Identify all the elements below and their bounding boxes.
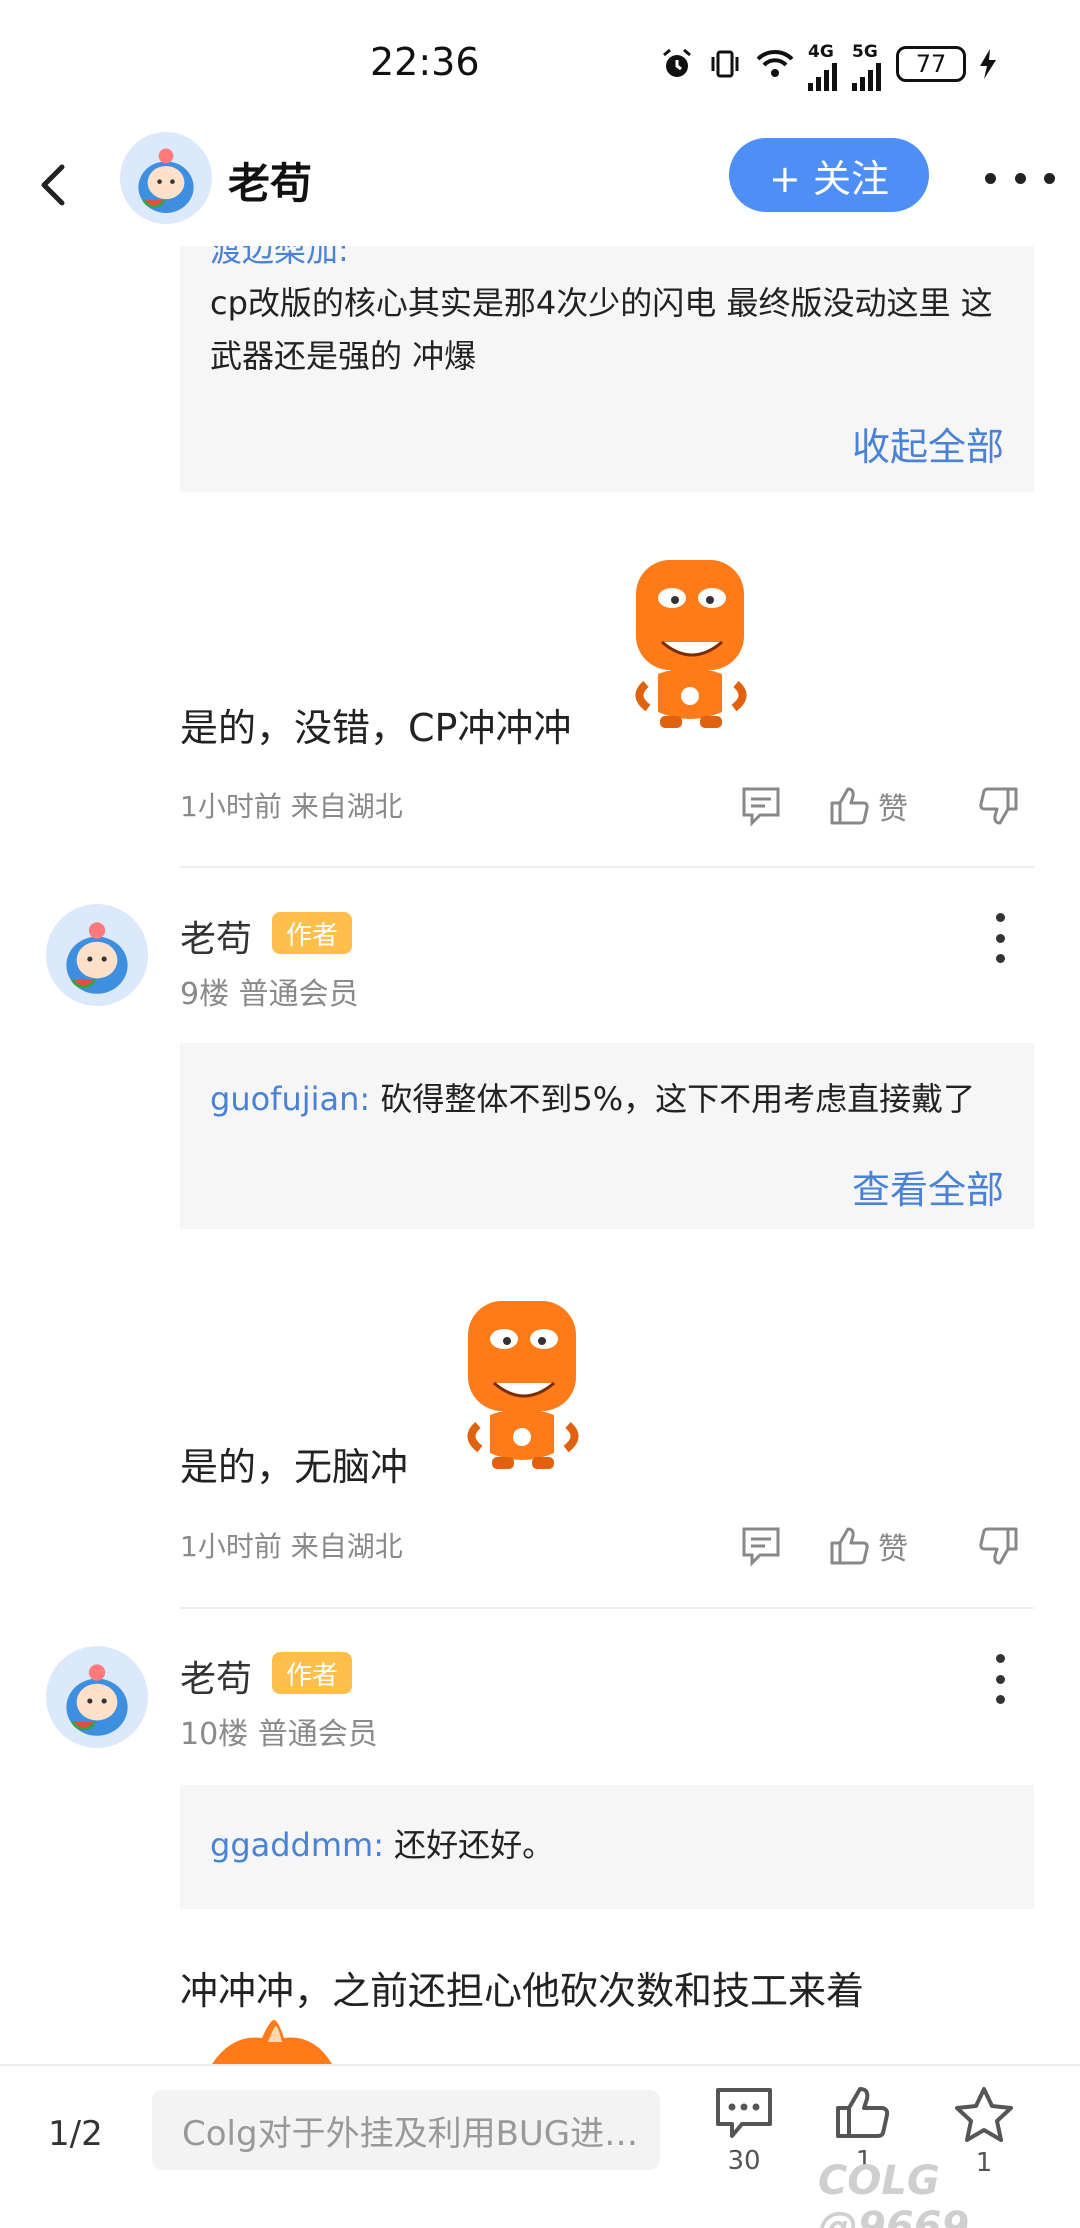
quote-author[interactable]: ggaddmm:: [210, 1826, 384, 1864]
thumb-up-icon: [836, 2087, 890, 2138]
comment-more-button[interactable]: [990, 913, 1010, 963]
avatar[interactable]: [120, 132, 212, 224]
comment-meta: 1小时前 来自湖北: [180, 790, 403, 823]
comment-icon: [742, 787, 780, 827]
sticker-image: [635, 560, 747, 728]
collapse-all-link[interactable]: 收起全部: [852, 416, 1004, 471]
divider: [180, 866, 1034, 868]
avatar[interactable]: [46, 904, 148, 1006]
vibrate-icon: [711, 50, 739, 78]
author-badge: 作者: [272, 1652, 352, 1694]
quoted-comment: 渡边梨加: cp改版的核心其实是那4次少的闪电 最终版没动这里 这武器还是强的 …: [180, 231, 1034, 492]
status-bar: 22:36 4G 5G 77: [0, 0, 1080, 128]
sticker-image: [212, 2020, 332, 2064]
wifi-icon: [756, 49, 794, 77]
comment-icon: [716, 2088, 772, 2138]
view-all-link[interactable]: 查看全部: [852, 1159, 1004, 1214]
sticker-image: [467, 1301, 579, 1469]
reply-button[interactable]: [740, 1520, 782, 1572]
comment-text: 是的，无脑冲: [180, 1445, 409, 1489]
reply-input[interactable]: Colg对于外挂及利用BUG进…: [152, 2090, 660, 2170]
floor-info: 10楼 普通会员: [180, 1717, 378, 1752]
divider: [180, 1607, 1034, 1609]
dislike-button[interactable]: [978, 1520, 1020, 1572]
charging-icon: [980, 49, 996, 79]
like-label: 赞: [878, 792, 908, 827]
comment-actions: 赞: [740, 780, 1040, 832]
dislike-button[interactable]: [978, 780, 1020, 832]
thumb-down-icon: [979, 1527, 1018, 1565]
quote-text: cp改版的核心其实是那4次少的闪电 最终版没动这里 这武器还是强的 冲爆: [210, 284, 993, 375]
quote-text: 砍得整体不到5%，这下不用考虑直接戴了: [380, 1080, 976, 1118]
follow-button[interactable]: + 关注: [729, 138, 929, 212]
like-label: 赞: [878, 1532, 908, 1567]
comment-actions: 赞: [740, 1520, 1040, 1572]
thumb-down-icon: [979, 787, 1018, 825]
page-title: 老苟: [228, 159, 313, 208]
comment-count: 30: [727, 2146, 761, 2176]
battery-indicator: 77: [896, 46, 966, 82]
reply-button[interactable]: [740, 780, 782, 832]
quoted-comment: ggaddmm: 还好还好。: [180, 1785, 1034, 1909]
comment-icon: [742, 1527, 780, 1567]
username[interactable]: 老苟: [180, 910, 252, 962]
author-badge: 作者: [272, 912, 352, 954]
comments-button[interactable]: 30: [704, 2086, 784, 2176]
like-button[interactable]: 赞: [828, 1520, 908, 1572]
like-button[interactable]: 赞: [828, 780, 908, 832]
back-arrow-icon: [41, 164, 65, 206]
comment-text: 是的，没错，CP冲冲冲: [180, 706, 572, 750]
watermark: COLG @9669: [818, 2158, 970, 2228]
comment-text: 冲冲冲，之前还担心他砍次数和技工来着: [180, 1969, 865, 2013]
star-icon: [955, 2087, 1013, 2142]
thumb-up-icon: [830, 787, 869, 825]
status-time: 22:36: [370, 40, 480, 84]
quoted-comment: guofujian: 砍得整体不到5%，这下不用考虑直接戴了 查看全部: [180, 1043, 1034, 1229]
top-header: 老苟 + 关注: [0, 128, 1080, 246]
comment-meta: 1小时前 来自湖北: [180, 1530, 403, 1563]
status-icons: 4G 5G 77: [660, 38, 996, 91]
signal-4g: 4G: [808, 38, 838, 91]
username[interactable]: 老苟: [180, 1650, 252, 1702]
quote-author[interactable]: guofujian:: [210, 1080, 370, 1118]
signal-5g: 5G: [852, 38, 882, 91]
more-icon[interactable]: [985, 158, 1055, 198]
quote-text: 还好还好。: [394, 1826, 555, 1864]
back-button[interactable]: [30, 158, 76, 212]
floor-info: 9楼 普通会员: [180, 977, 359, 1012]
thumb-up-icon: [830, 1527, 869, 1565]
comment-more-button[interactable]: [990, 1654, 1010, 1704]
avatar[interactable]: [46, 1646, 148, 1748]
page-indicator[interactable]: 1/2: [48, 2114, 103, 2154]
alarm-icon: [663, 48, 691, 77]
